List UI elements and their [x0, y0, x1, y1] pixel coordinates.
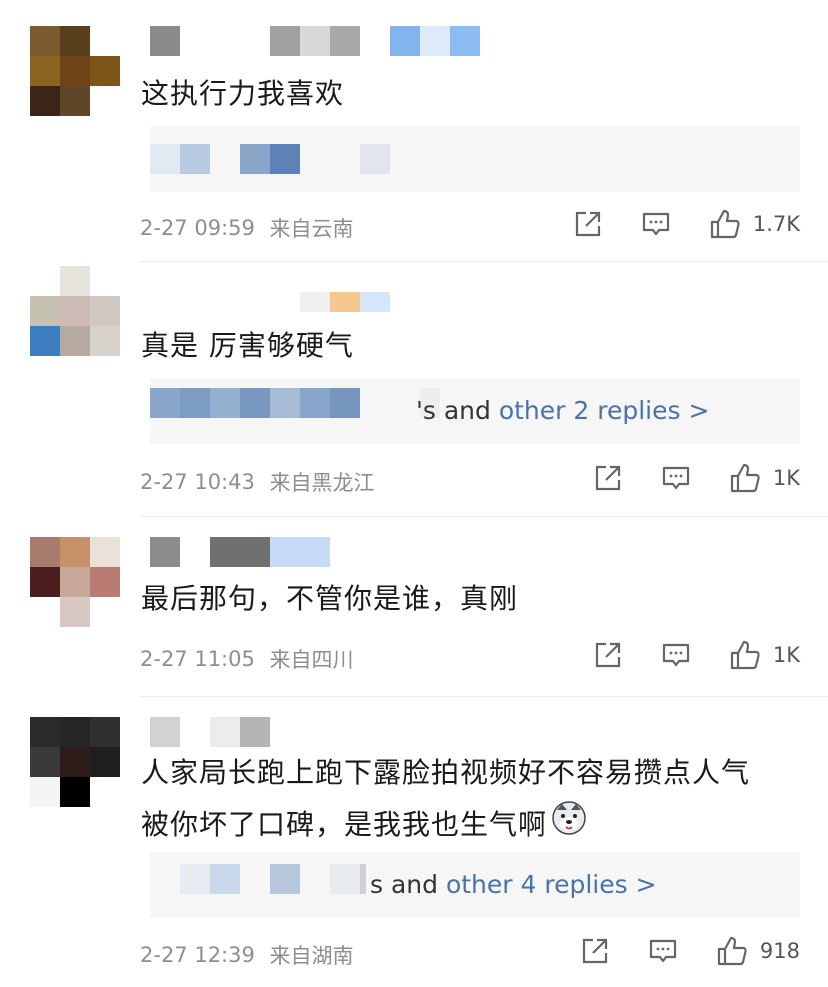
comment-icon[interactable] — [641, 209, 671, 239]
comment-meta: 2-27 09:59 来自云南 — [140, 213, 354, 243]
comment-text: 人家局长跑上跑下露脸拍视频好不容易攒点人气 被你坏了口碑，是我我也生气啊 — [141, 747, 750, 853]
location: 来自云南 — [269, 217, 354, 241]
comment-text: 最后那句，不管你是谁，真刚 — [141, 582, 519, 615]
location: 来自四川 — [269, 648, 354, 672]
like-count: 1K — [772, 643, 800, 667]
share-icon[interactable] — [593, 640, 623, 670]
like-count: 1.7K — [752, 212, 800, 236]
action-bar: 918 — [580, 935, 800, 967]
comment-meta: 2-27 11:05 来自四川 — [140, 644, 354, 674]
comment-icon[interactable] — [661, 463, 691, 493]
reply-preview[interactable] — [150, 126, 800, 192]
username[interactable] — [150, 292, 390, 322]
reply-summary[interactable]: s and other 4 replies > — [370, 870, 657, 900]
share-icon[interactable] — [580, 936, 610, 966]
avatar[interactable] — [30, 537, 120, 627]
comment-item: 最后那句，不管你是谁，真刚 2-27 11:05 来自四川 1K — [0, 517, 828, 697]
like-count: 918 — [759, 939, 800, 963]
thumbs-up-icon — [730, 463, 760, 493]
username[interactable] — [150, 717, 270, 747]
more-replies-link[interactable]: other 4 replies > — [446, 870, 657, 899]
location: 来自湖南 — [269, 944, 354, 968]
username[interactable] — [150, 26, 480, 56]
avatar[interactable] — [30, 717, 120, 807]
share-icon[interactable] — [573, 209, 603, 239]
action-bar: 1K — [593, 639, 800, 671]
location: 来自黑龙江 — [269, 471, 375, 495]
blurred-reply-author — [150, 144, 390, 174]
more-replies-link[interactable]: other 2 replies > — [499, 396, 710, 425]
comment-item: 这执行力我喜欢 2-27 09:59 来自云南 1.7K — [0, 0, 828, 262]
husky-emoji-icon — [551, 800, 587, 853]
action-bar: 1.7K — [573, 208, 800, 240]
like-button[interactable]: 918 — [716, 935, 800, 967]
reply-preview[interactable]: s and other 4 replies > — [150, 852, 800, 918]
share-icon[interactable] — [593, 463, 623, 493]
timestamp: 2-27 12:39 — [140, 943, 255, 967]
blurred-reply-author — [150, 388, 440, 418]
timestamp: 2-27 09:59 — [140, 216, 255, 240]
comment-icon[interactable] — [648, 936, 678, 966]
thumbs-up-icon — [710, 209, 740, 239]
comment-item: 真是 厉害够硬气 's and other 2 replies > 2-27 1… — [0, 262, 828, 517]
username[interactable] — [150, 537, 330, 567]
comment-meta: 2-27 10:43 来自黑龙江 — [140, 467, 375, 497]
avatar[interactable] — [30, 26, 120, 116]
comment-meta: 2-27 12:39 来自湖南 — [140, 940, 354, 970]
like-button[interactable]: 1K — [729, 462, 800, 494]
action-bar: 1K — [593, 462, 800, 494]
like-count: 1K — [772, 466, 800, 490]
comment-item: 人家局长跑上跑下露脸拍视频好不容易攒点人气 被你坏了口碑，是我我也生气啊 s a… — [0, 697, 828, 987]
thumbs-up-icon — [717, 936, 747, 966]
timestamp: 2-27 10:43 — [140, 470, 255, 494]
timestamp: 2-27 11:05 — [140, 647, 255, 671]
comment-text: 真是 厉害够硬气 — [141, 329, 354, 362]
reply-preview[interactable]: 's and other 2 replies > — [150, 378, 800, 444]
comment-text: 这执行力我喜欢 — [141, 77, 345, 110]
reply-summary[interactable]: 's and other 2 replies > — [416, 396, 709, 426]
thumbs-up-icon — [730, 640, 760, 670]
like-button[interactable]: 1.7K — [709, 208, 800, 240]
comment-icon[interactable] — [661, 640, 691, 670]
avatar[interactable] — [30, 266, 120, 356]
blurred-reply-author — [180, 864, 366, 894]
like-button[interactable]: 1K — [729, 639, 800, 671]
